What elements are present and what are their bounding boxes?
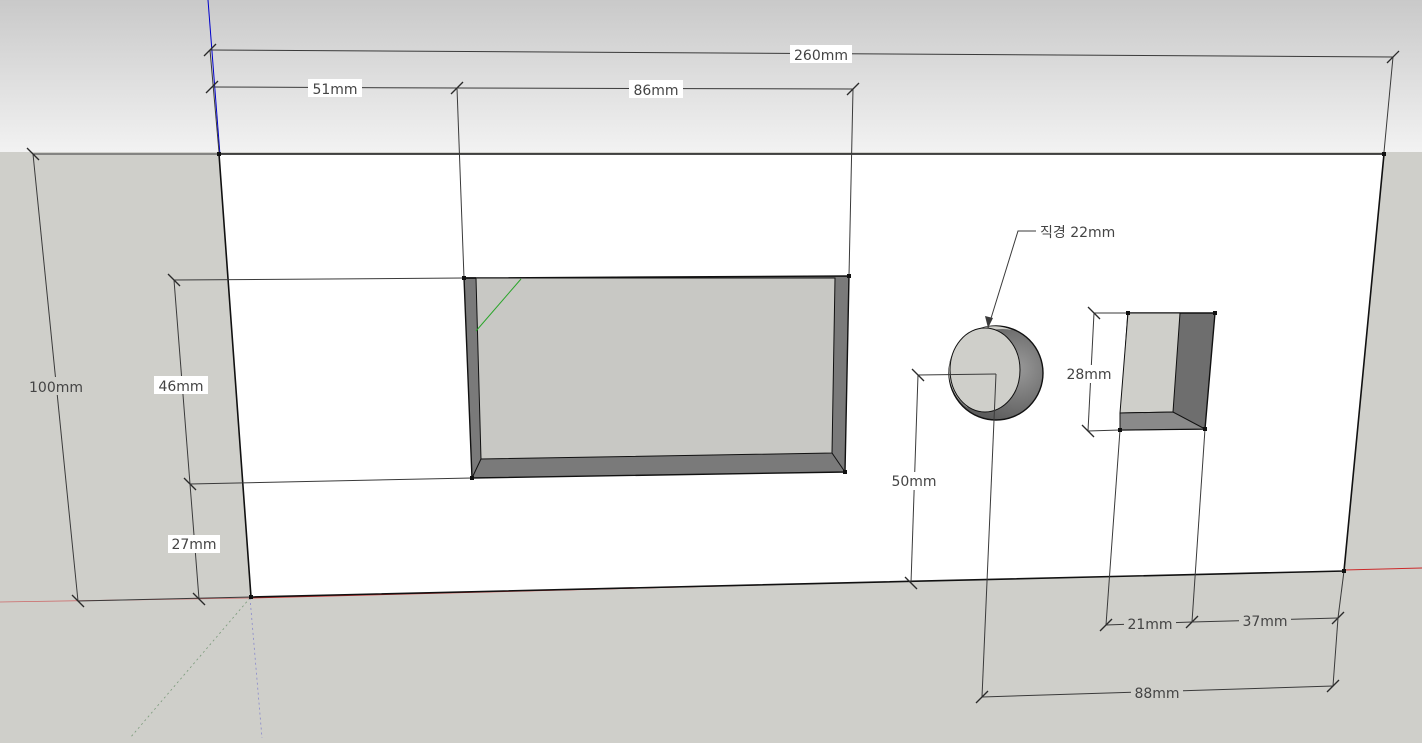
dim-label-27: 27mm	[171, 537, 216, 553]
dim-label-88: 88mm	[1134, 686, 1179, 702]
dim-label-260: 260mm	[794, 48, 848, 64]
dim-label-86: 86mm	[633, 83, 678, 99]
display-window-cutout[interactable]	[463, 275, 850, 479]
dim-label-50: 50mm	[891, 474, 936, 490]
sky	[0, 0, 1422, 152]
dim-label-46: 46mm	[158, 379, 203, 395]
dim-label-28: 28mm	[1066, 367, 1111, 383]
hole-diameter-label: 직경 22mm	[1040, 225, 1115, 241]
sketchup-viewport[interactable]: 260mm 51mm 86mm 100mm 46mm 27mm 직경 22mm …	[0, 0, 1422, 739]
round-hole-cutout[interactable]	[948, 325, 1044, 421]
dim-label-100: 100mm	[29, 380, 83, 396]
dim-label-51: 51mm	[312, 82, 357, 98]
switch-slot-cutout[interactable]	[1119, 312, 1216, 431]
model-canvas[interactable]: 260mm 51mm 86mm 100mm 46mm 27mm 직경 22mm …	[0, 0, 1422, 739]
dim-label-37: 37mm	[1242, 614, 1287, 630]
dim-label-21: 21mm	[1127, 617, 1172, 633]
